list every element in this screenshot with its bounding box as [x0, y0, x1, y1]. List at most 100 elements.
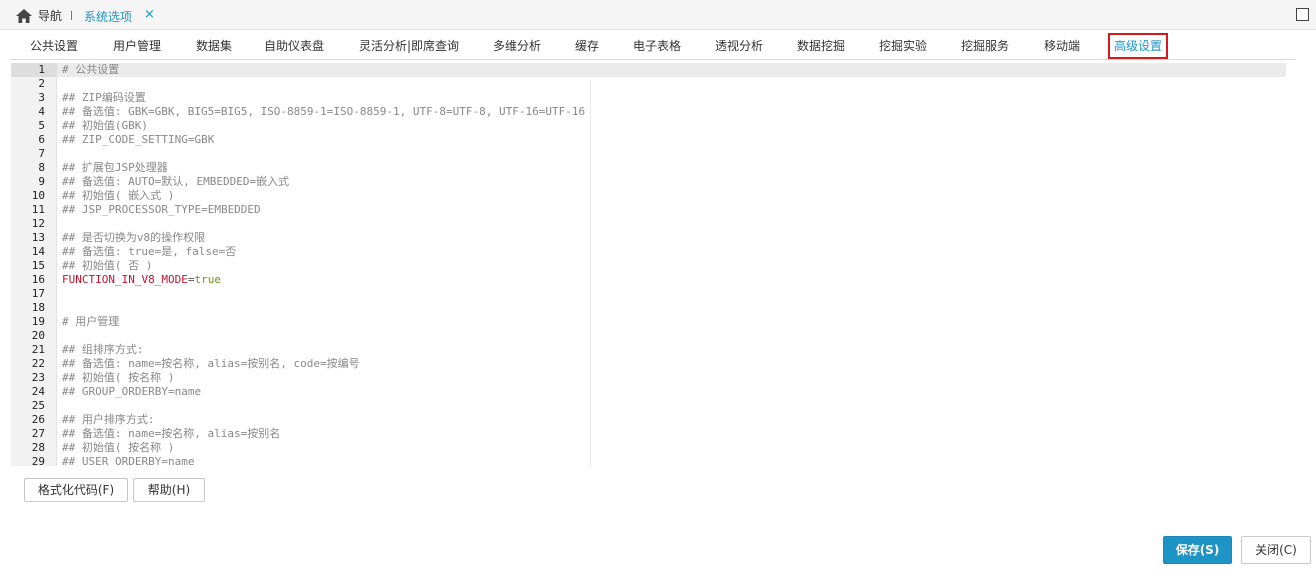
code-text: ## JSP_PROCESSOR_TYPE=EMBEDDED	[62, 203, 261, 216]
top-navigation-bar: 导航 系统选项 ×	[0, 0, 1316, 30]
code-text: ## 备选值: name=按名称, alias=按别名, code=按编号	[62, 357, 360, 370]
code-text: ## 扩展包JSP处理器	[62, 161, 168, 174]
code-line[interactable]: 23 ## 初始值( 按名称 )	[11, 371, 1286, 385]
home-icon	[16, 8, 32, 23]
line-number: 22	[31, 357, 45, 370]
code-line[interactable]: 22 ## 备选值: name=按名称, alias=按别名, code=按编号	[11, 357, 1286, 371]
tab-pivot-analysis[interactable]: 透视分析	[706, 34, 772, 59]
code-line[interactable]: 26 ## 用户排序方式:	[11, 413, 1286, 427]
code-text: # 公共设置	[62, 63, 120, 76]
code-line[interactable]: 13 ## 是否切换为v8的操作权限	[11, 231, 1286, 245]
code-text: ## 备选值: name=按名称, alias=按别名	[62, 427, 281, 440]
line-number: 2	[38, 77, 45, 90]
line-number: 8	[38, 161, 45, 174]
config-value: true	[194, 273, 221, 286]
line-number: 21	[31, 343, 45, 356]
code-line[interactable]: 11 ## JSP_PROCESSOR_TYPE=EMBEDDED	[11, 203, 1286, 217]
code-line[interactable]: 12	[11, 217, 1286, 231]
code-editor[interactable]: 1 # 公共设置 2 3 ## ZIP编码设置 4 ## 备选值: GBK=GBK, …	[11, 63, 1286, 466]
close-icon[interactable]: ×	[144, 7, 155, 23]
line-number: 24	[31, 385, 45, 398]
code-line[interactable]: 10 ## 初始值( 嵌入式 )	[11, 189, 1286, 203]
code-line[interactable]: 27 ## 备选值: name=按名称, alias=按别名	[11, 427, 1286, 441]
tab-flexible-analysis[interactable]: 灵活分析|即席查询	[352, 34, 466, 59]
code-text: ## 用户排序方式:	[62, 413, 155, 426]
line-number: 3	[38, 91, 45, 104]
code-line[interactable]: 9 ## 备选值: AUTO=默认, EMBEDDED=嵌入式	[11, 175, 1286, 189]
code-line[interactable]: 15 ## 初始值( 否 )	[11, 259, 1286, 273]
code-text: ## GROUP_ORDERBY=name	[62, 385, 202, 398]
line-number: 6	[38, 133, 45, 146]
code-text: ## ZIP编码设置	[62, 91, 146, 104]
tab-olap[interactable]: 多维分析	[484, 34, 550, 59]
line-number: 4	[38, 105, 45, 118]
tab-advanced-settings[interactable]: 高级设置	[1108, 33, 1168, 59]
code-line[interactable]: 3 ## ZIP编码设置	[11, 91, 1286, 105]
home-nav[interactable]: 导航	[16, 7, 62, 24]
line-number: 11	[31, 203, 45, 216]
code-text: ## 初始值(GBK)	[62, 119, 148, 132]
nav-separator	[71, 11, 72, 20]
code-text: FUNCTION_IN_V8_MODE=true	[62, 273, 221, 287]
code-line[interactable]: 24 ## GROUP_ORDERBY=name	[11, 385, 1286, 399]
code-text: ## 初始值( 嵌入式 )	[62, 189, 175, 202]
code-line[interactable]: 18	[11, 301, 1286, 315]
tab-data-mining[interactable]: 数据挖掘	[788, 34, 854, 59]
tab-self-service-dashboard[interactable]: 自助仪表盘	[257, 34, 331, 59]
code-text: ## 初始值( 按名称 )	[62, 441, 175, 454]
code-text: ## 组排序方式:	[62, 343, 144, 356]
code-line[interactable]: 28 ## 初始值( 按名称 )	[11, 441, 1286, 455]
code-line[interactable]: 19 # 用户管理	[11, 315, 1286, 329]
line-number: 15	[31, 259, 45, 272]
code-text: ## 是否切换为v8的操作权限	[62, 231, 206, 244]
code-line[interactable]: 4 ## 备选值: GBK=GBK, BIG5=BIG5, ISO-8859-1=…	[11, 105, 1286, 119]
code-line[interactable]: 6 ## ZIP_CODE_SETTING=GBK	[11, 133, 1286, 147]
code-text: ## 初始值( 否 )	[62, 259, 153, 272]
settings-tabs: 公共设置 用户管理 数据集 自助仪表盘 灵活分析|即席查询 多维分析 缓存 电子…	[10, 33, 1296, 60]
line-number: 20	[31, 329, 45, 342]
code-line[interactable]: 2	[11, 77, 1286, 91]
code-line[interactable]: 17	[11, 287, 1286, 301]
tab-mobile[interactable]: 移动端	[1034, 34, 1090, 59]
code-text: # 用户管理	[62, 315, 120, 328]
code-line[interactable]: 29 ## USER_ORDERBY=name	[11, 455, 1286, 466]
code-text: ## USER_ORDERBY=name	[62, 455, 195, 466]
config-key: FUNCTION_IN_V8_MODE	[62, 273, 188, 286]
code-line[interactable]: 7	[11, 147, 1286, 161]
line-number: 10	[31, 189, 45, 202]
tab-cache[interactable]: 缓存	[567, 34, 607, 59]
line-number: 13	[31, 231, 45, 244]
tab-public-settings[interactable]: 公共设置	[21, 34, 87, 59]
line-number: 16	[31, 273, 45, 286]
code-text: ## 备选值: AUTO=默认, EMBEDDED=嵌入式	[62, 175, 290, 188]
line-number: 9	[38, 175, 45, 188]
code-line[interactable]: 20	[11, 329, 1286, 343]
tab-mining-experiment[interactable]: 挖掘实验	[870, 34, 936, 59]
tab-system-options[interactable]: 系统选项	[84, 8, 132, 25]
code-line[interactable]: 14 ## 备选值: true=是, false=否	[11, 245, 1286, 259]
tab-mining-service[interactable]: 挖掘服务	[952, 34, 1018, 59]
line-number: 23	[31, 371, 45, 384]
help-button[interactable]: 帮助(H)	[133, 478, 205, 502]
code-text: ## ZIP_CODE_SETTING=GBK	[62, 133, 215, 146]
line-number: 29	[31, 455, 45, 466]
line-number: 18	[31, 301, 45, 314]
tab-dataset[interactable]: 数据集	[188, 34, 240, 59]
home-label: 导航	[38, 9, 63, 23]
save-button[interactable]: 保存(S)	[1163, 536, 1232, 564]
format-code-button[interactable]: 格式化代码(F)	[24, 478, 128, 502]
code-line[interactable]: 8 ## 扩展包JSP处理器	[11, 161, 1286, 175]
maximize-icon[interactable]	[1296, 8, 1309, 21]
code-line[interactable]: 1 # 公共设置	[11, 63, 1286, 77]
tab-spreadsheet[interactable]: 电子表格	[624, 34, 690, 59]
code-text: ## 初始值( 按名称 )	[62, 371, 175, 384]
tab-user-management[interactable]: 用户管理	[104, 34, 170, 59]
close-button[interactable]: 关闭(C)	[1241, 536, 1311, 564]
code-text: ## 备选值: true=是, false=否	[62, 245, 237, 258]
line-number: 5	[38, 119, 45, 132]
line-number: 1	[11, 63, 57, 77]
code-line[interactable]: 21 ## 组排序方式:	[11, 343, 1286, 357]
code-line[interactable]: 25	[11, 399, 1286, 413]
code-line[interactable]: 5 ## 初始值(GBK)	[11, 119, 1286, 133]
code-line[interactable]: 16 FUNCTION_IN_V8_MODE=true	[11, 273, 1286, 287]
